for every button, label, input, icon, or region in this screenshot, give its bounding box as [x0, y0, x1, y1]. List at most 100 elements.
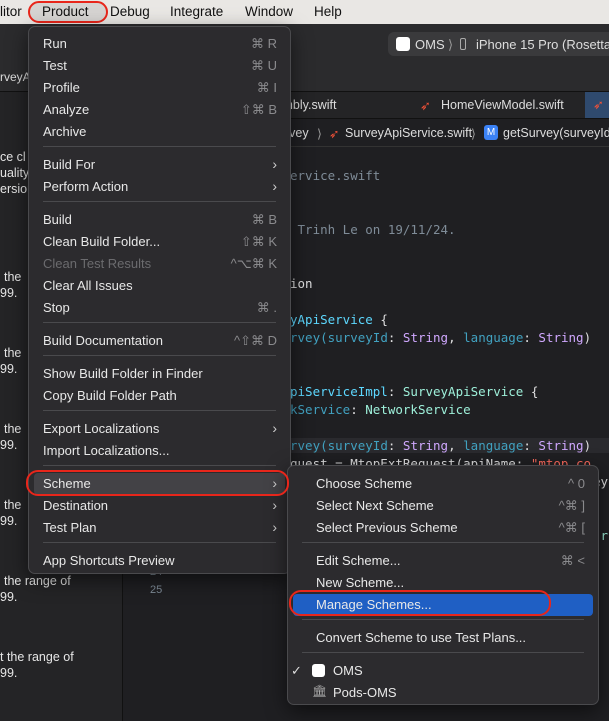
scheme-item-edit-scheme[interactable]: Edit Scheme... ⌘ <	[293, 550, 593, 572]
breadcrumb-file[interactable]: SurveyApiService.swift	[345, 126, 472, 140]
menu-item-label: Run	[43, 36, 67, 51]
app-icon	[312, 664, 325, 677]
product-item-test[interactable]: Test ⌘ U	[34, 55, 285, 77]
scheme-item-oms[interactable]: OMS ✓	[291, 660, 593, 682]
chevron-right-icon: ›	[272, 156, 277, 172]
shortcut-label: ⌘ <	[560, 553, 585, 568]
method-icon: M	[484, 125, 498, 140]
menu-item-label: Edit Scheme...	[316, 553, 401, 568]
menu-item-label: Test	[43, 58, 67, 73]
menu-item-label: Analyze	[43, 102, 90, 117]
menu-item-label: Destination	[43, 498, 109, 513]
code-token: ,	[448, 438, 464, 453]
product-item-clean-build-folder[interactable]: Clean Build Folder... ⇧⌘ K	[34, 231, 285, 253]
product-item-destination[interactable]: Destination ›	[34, 495, 285, 517]
scheme-name[interactable]: OMS	[415, 37, 445, 52]
code-token: surveyId	[327, 438, 388, 453]
swift-icon: ➶	[329, 127, 340, 141]
code-token: yApiService	[290, 312, 373, 327]
pane-text: the	[4, 422, 22, 436]
menu-separator	[43, 201, 276, 202]
code-line: kService: NetworkService	[290, 402, 471, 417]
code-token: :	[523, 330, 539, 345]
menu-separator	[43, 410, 276, 411]
product-item-analyze[interactable]: Analyze ⇧⌘ B	[34, 99, 285, 121]
shortcut-label: ⌘ B	[251, 212, 277, 227]
menu-item-label: Clear All Issues	[43, 278, 133, 293]
menu-product[interactable]: Product	[42, 4, 89, 19]
menu-help[interactable]: Help	[314, 4, 342, 19]
product-item-export-localizations[interactable]: Export Localizations ›	[34, 418, 285, 440]
menu-item-label: New Scheme...	[316, 575, 405, 590]
code-line: Trinh Le on 19/11/24.	[290, 222, 456, 237]
scheme-item-select-previous-scheme[interactable]: Select Previous Scheme ^⌘ [	[293, 517, 593, 539]
product-item-archive[interactable]: Archive	[34, 121, 285, 143]
code-token: :	[387, 438, 403, 453]
product-item-build-documentation[interactable]: Build Documentation ^⇧⌘ D	[34, 330, 285, 352]
scheme-item-pods-oms[interactable]: Pods-OMS 🏛	[293, 682, 593, 704]
tab-active[interactable]: ➶	[585, 92, 609, 118]
chevron-right-icon: ⟩	[471, 127, 476, 141]
scheme-selector[interactable]: OMS ⟩ iPhone 15 Pro (Rosetta)	[388, 32, 609, 56]
breadcrumb-method[interactable]: getSurvey(surveyId:	[503, 126, 609, 140]
product-item-show-build-folder-in-finder[interactable]: Show Build Folder in Finder	[34, 363, 285, 385]
product-item-stop[interactable]: Stop ⌘ .	[34, 297, 285, 319]
menu-integrate[interactable]: Integrate	[170, 4, 223, 19]
menu-item-label: Profile	[43, 80, 80, 95]
product-item-clean-test-results[interactable]: Clean Test Results ^⌥⌘ K	[34, 253, 285, 275]
chevron-right-icon: ⟩	[317, 127, 322, 141]
menu-item-label: Import Localizations...	[43, 443, 170, 458]
code-line: ervice.swift	[290, 168, 381, 183]
menu-item-label: Test Plan	[43, 520, 97, 535]
menu-item-label: Build	[43, 212, 72, 227]
tab-home-view-model[interactable]: HomeViewModel.swift	[441, 98, 564, 112]
app-icon	[396, 37, 410, 51]
menu-item-label: Convert Scheme to use Test Plans...	[316, 630, 527, 645]
scheme-item-convert-scheme-to-use-test-plans[interactable]: Convert Scheme to use Test Plans...	[293, 627, 593, 649]
product-item-clear-all-issues[interactable]: Clear All Issues	[34, 275, 285, 297]
chevron-right-icon: ›	[272, 519, 277, 535]
product-item-test-plan[interactable]: Test Plan ›	[34, 517, 285, 539]
menu-item-label: Select Previous Scheme	[316, 520, 458, 535]
code-token: {	[523, 384, 539, 399]
pane-text: the	[4, 346, 22, 360]
menu-separator	[43, 465, 276, 466]
product-item-profile[interactable]: Profile ⌘ I	[34, 77, 285, 99]
code-line: rvey(surveyId: String, language: String)	[290, 330, 592, 345]
scheme-item-select-next-scheme[interactable]: Select Next Scheme ^⌘ ]	[293, 495, 593, 517]
menu-item-label: Copy Build Folder Path	[43, 388, 177, 403]
code-token: ,	[448, 330, 464, 345]
shortcut-label: ⌘ I	[256, 80, 277, 95]
scheme-annotation-ring	[26, 470, 289, 496]
menu-separator	[43, 355, 276, 356]
product-item-copy-build-folder-path[interactable]: Copy Build Folder Path	[34, 385, 285, 407]
navigator-title: rveyA	[0, 70, 31, 84]
product-item-build[interactable]: Build ⌘ B	[34, 209, 285, 231]
scheme-item-choose-scheme[interactable]: Choose Scheme ^ 0	[293, 473, 593, 495]
pane-text: 99.	[0, 514, 18, 528]
code-token: surveyId	[327, 330, 388, 345]
code-token: piServiceImpl	[290, 384, 388, 399]
menu-separator	[302, 652, 584, 653]
code-token: NetworkService	[365, 402, 471, 417]
menu-item-label: Pods-OMS	[333, 685, 397, 700]
swift-icon: ➶	[593, 97, 604, 112]
product-item-run[interactable]: Run ⌘ R	[34, 33, 285, 55]
shortcut-label: ^ 0	[568, 476, 585, 491]
product-item-app-shortcuts-preview[interactable]: App Shortcuts Preview	[34, 550, 285, 572]
phone-icon	[460, 38, 466, 50]
menu-separator	[43, 146, 276, 147]
product-item-build-for[interactable]: Build For ›	[34, 154, 285, 176]
menu-item-label: Clean Build Folder...	[43, 234, 161, 249]
menu-editor[interactable]: litor	[0, 4, 22, 19]
product-item-import-localizations[interactable]: Import Localizations...	[34, 440, 285, 462]
menu-item-label: Perform Action	[43, 179, 129, 194]
device-name[interactable]: iPhone 15 Pro (Rosetta)	[476, 37, 609, 52]
menu-debug[interactable]: Debug	[110, 4, 150, 19]
menu-window[interactable]: Window	[245, 4, 293, 19]
menu-separator	[43, 542, 276, 543]
code-token: rvey(	[290, 438, 328, 453]
product-item-perform-action[interactable]: Perform Action ›	[34, 176, 285, 198]
menu-item-label: Clean Test Results	[43, 256, 152, 271]
shortcut-label: ^⌘ [	[558, 520, 585, 535]
